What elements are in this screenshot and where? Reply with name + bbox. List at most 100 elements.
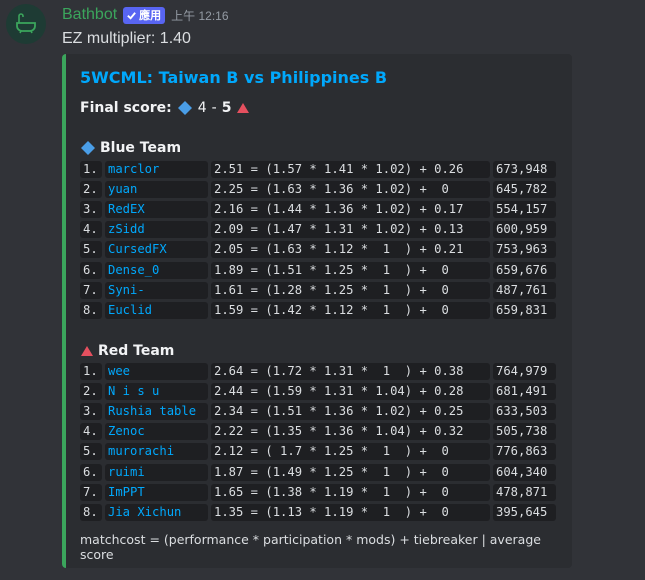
matchcost-formula: 1.59 = (1.42 * 1.12 * 1 ) + 0 [211,301,490,319]
player-name[interactable]: marclor [105,160,208,178]
player-row: 8. Euclid 1.59 = (1.42 * 1.12 * 1 ) + 0 65… [80,300,556,320]
average-score: 487,761 [493,281,556,299]
player-name[interactable]: zSidd [105,221,208,239]
player-rank: 3. [80,402,102,420]
red-triangle-icon [81,346,93,356]
embed-footer: matchcost = (performance * participation… [80,532,541,562]
final-score: Final score: 4 - 5 [80,100,250,116]
player-rank: 6. [80,463,102,481]
player-rank: 4. [80,221,102,239]
red-team-table: 1. wee 2.64 = (1.72 * 1.31 * 1 ) + 0.38 764… [80,361,556,523]
average-score: 600,959 [493,221,556,239]
matchcost-formula: 2.22 = (1.35 * 1.36 * 1.04) + 0.32 [211,423,490,441]
player-name[interactable]: ruimi [105,463,208,481]
bathtub-icon [16,13,36,34]
matchcost-formula: 2.09 = (1.47 * 1.31 * 1.02) + 0.13 [211,221,490,239]
blue-diamond-icon [177,101,192,115]
embed-title[interactable]: 5WCML: Taiwan B vs Philippines B [80,68,387,87]
matchcost-formula: 1.65 = (1.38 * 1.19 * 1 ) + 0 [211,483,490,501]
average-score: 554,157 [493,200,556,218]
author-name[interactable]: Bathbot [62,6,117,24]
player-row: 8. Jia Xichun 1.35 = (1.13 * 1.19 * 1 ) + … [80,502,556,522]
player-rank: 1. [80,362,102,380]
matchcost-formula: 2.51 = (1.57 * 1.41 * 1.02) + 0.26 [211,160,490,178]
player-name[interactable]: Rushia table [105,402,208,420]
matchcost-formula: 1.89 = (1.51 * 1.25 * 1 ) + 0 [211,261,490,279]
average-score: 395,645 [493,503,556,521]
message-text: EZ multiplier: 1.40 [62,30,191,47]
average-score: 659,676 [493,261,556,279]
player-row: 7. Syni- 1.61 = (1.28 * 1.25 * 1 ) + 0 487… [80,280,556,300]
player-rank: 2. [80,382,102,400]
embed: 5WCML: Taiwan B vs Philippines B Final s… [62,54,572,568]
player-name[interactable]: Jia Xichun [105,503,208,521]
red-triangle-icon [237,103,250,113]
player-row: 5. CursedFX 2.05 = (1.63 * 1.12 * 1 ) + 0.… [80,240,556,260]
average-score: 604,340 [493,463,556,481]
timestamp: 上午 12:16 [171,8,229,23]
player-row: 6. ruimi 1.87 = (1.49 * 1.25 * 1 ) + 0 604… [80,462,556,482]
player-rank: 5. [80,241,102,259]
player-name[interactable]: Euclid [105,301,208,319]
player-name[interactable]: wee [105,362,208,380]
player-rank: 7. [80,483,102,501]
matchcost-formula: 2.44 = (1.59 * 1.31 * 1.04) + 0.28 [211,382,490,400]
matchcost-formula: 2.05 = (1.63 * 1.12 * 1 ) + 0.21 [211,241,490,259]
red-score: 5 [221,100,232,116]
average-score: 764,979 [493,362,556,380]
score-separator: - [211,100,217,116]
red-team-heading: Red Team [80,343,174,359]
blue-team-name: Blue Team [100,140,182,156]
player-rank: 5. [80,443,102,461]
player-name[interactable]: RedEX [105,200,208,218]
player-row: 3. RedEX 2.16 = (1.44 * 1.36 * 1.02) + 0.1… [80,199,556,219]
player-row: 7. ImPPT 1.65 = (1.38 * 1.19 * 1 ) + 0 478… [80,482,556,502]
player-name[interactable]: Dense_0 [105,261,208,279]
player-row: 4. zSidd 2.09 = (1.47 * 1.31 * 1.02) + 0.1… [80,220,556,240]
player-name[interactable]: yuan [105,180,208,198]
matchcost-formula: 2.25 = (1.63 * 1.36 * 1.02) + 0 [211,180,490,198]
blue-score: 4 [197,100,207,116]
player-row: 4. Zenoc 2.22 = (1.35 * 1.36 * 1.04) + 0.3… [80,422,556,442]
matchcost-formula: 1.35 = (1.13 * 1.19 * 1 ) + 0 [211,503,490,521]
final-score-label: Final score: [80,100,172,116]
matchcost-formula: 2.64 = (1.72 * 1.31 * 1 ) + 0.38 [211,362,490,380]
matchcost-formula: 2.34 = (1.51 * 1.36 * 1.02) + 0.25 [211,402,490,420]
average-score: 776,863 [493,443,556,461]
app-tag-label: 應用 [139,10,162,22]
player-row: 1. wee 2.64 = (1.72 * 1.31 * 1 ) + 0.38 764… [80,361,556,381]
player-name[interactable]: N i s u [105,382,208,400]
red-team-name: Red Team [98,343,175,359]
matchcost-formula: 2.12 = ( 1.7 * 1.25 * 1 ) + 0 [211,443,490,461]
blue-diamond-icon [81,141,95,155]
player-name[interactable]: Zenoc [105,423,208,441]
player-row: 6. Dense_0 1.89 = (1.51 * 1.25 * 1 ) + 0 6… [80,260,556,280]
message-header: Bathbot 應用 上午 12:16 [62,6,229,24]
player-rank: 7. [80,281,102,299]
matchcost-formula: 1.87 = (1.49 * 1.25 * 1 ) + 0 [211,463,490,481]
player-rank: 3. [80,200,102,218]
player-name[interactable]: murorachi [105,443,208,461]
player-rank: 1. [80,160,102,178]
avatar[interactable] [6,4,46,44]
player-rank: 8. [80,301,102,319]
player-rank: 8. [80,503,102,521]
player-rank: 2. [80,180,102,198]
app-tag: 應用 [123,6,166,24]
average-score: 753,963 [493,241,556,259]
player-name[interactable]: ImPPT [105,483,208,501]
player-name[interactable]: Syni- [105,281,208,299]
blue-team-heading: Blue Team [80,140,181,156]
player-row: 2. yuan 2.25 = (1.63 * 1.36 * 1.02) + 0 64… [80,179,556,199]
player-name[interactable]: CursedFX [105,241,208,259]
average-score: 505,738 [493,423,556,441]
average-score: 478,871 [493,483,556,501]
player-row: 2. N i s u 2.44 = (1.59 * 1.31 * 1.04) + 0… [80,381,556,401]
player-rank: 6. [80,261,102,279]
average-score: 645,782 [493,180,556,198]
average-score: 673,948 [493,160,556,178]
player-row: 5. murorachi 2.12 = ( 1.7 * 1.25 * 1 ) + 0… [80,442,556,462]
average-score: 633,503 [493,402,556,420]
player-row: 3. Rushia table 2.34 = (1.51 * 1.36 * 1.02… [80,401,556,421]
average-score: 681,491 [493,382,556,400]
